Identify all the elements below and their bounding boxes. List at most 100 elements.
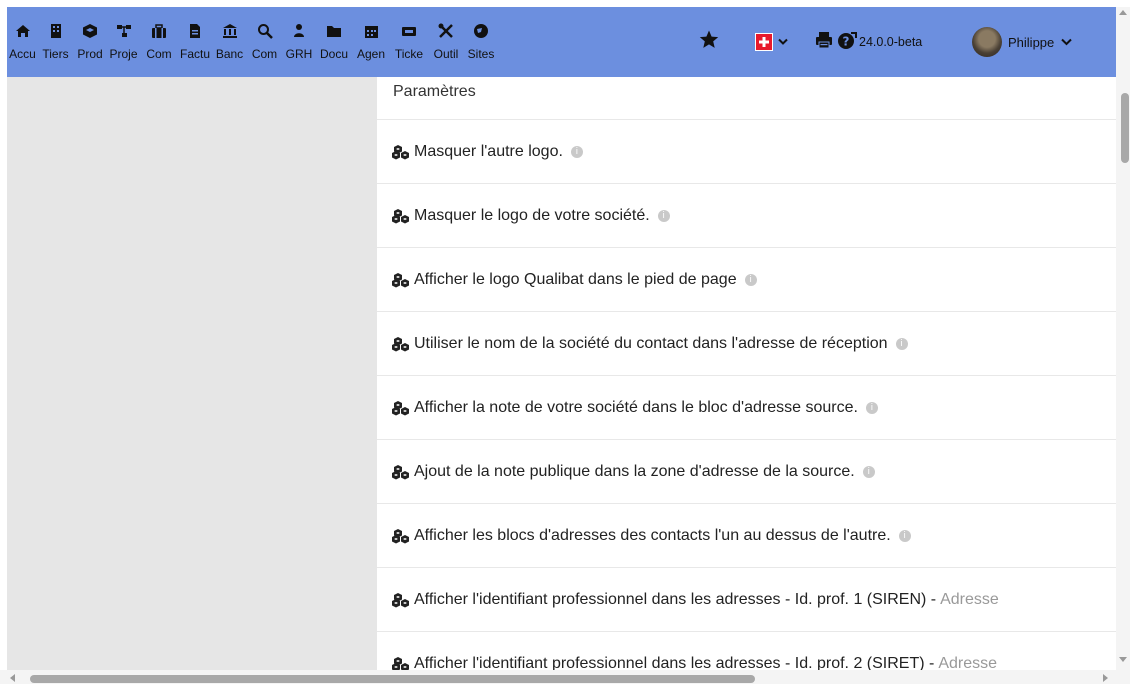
scroll-right-arrow[interactable] [1103, 674, 1108, 682]
menu-item-hr[interactable]: GRH [282, 7, 316, 77]
bank-icon [212, 23, 247, 39]
menu-item-thirdparties[interactable]: Tiers [38, 7, 73, 77]
star-icon [699, 30, 719, 54]
cubes-icon [392, 400, 412, 416]
setting-label: Utiliser le nom de la société du contact… [414, 334, 888, 352]
cube-icon [73, 23, 107, 39]
menu-item-label: Prod [77, 47, 103, 61]
cubes-icon [392, 464, 412, 480]
menu-item-accounting[interactable]: Com [247, 7, 282, 77]
chevron-down-icon [1061, 33, 1072, 51]
info-icon[interactable]: i [862, 465, 875, 478]
cubes-icon [392, 528, 412, 544]
home-icon [7, 23, 38, 39]
menu-item-sites[interactable]: Sites [464, 7, 498, 77]
sitemap-icon [107, 23, 140, 39]
menu-item-bank[interactable]: Banc [212, 7, 247, 77]
globe-icon [464, 23, 498, 39]
setting-label: Afficher la note de votre société dans l… [414, 398, 858, 416]
menu-item-agenda[interactable]: Agen [352, 7, 390, 77]
info-icon[interactable]: i [895, 337, 908, 350]
menu-item-label: Factu [179, 47, 210, 61]
setting-label-extra: Adresse [940, 590, 999, 608]
scroll-up-arrow[interactable] [1119, 10, 1127, 15]
setting-row: Masquer l'autre logo. i [377, 119, 1116, 183]
menu-item-label: Sites [467, 47, 495, 61]
menu-item-label: Banc [215, 47, 244, 61]
menu-item-label: Outil [433, 47, 459, 61]
ticket-icon [390, 23, 428, 39]
print-button[interactable] [815, 7, 833, 77]
setting-row: Masquer le logo de votre société. i [377, 183, 1116, 247]
menu-item-documents[interactable]: Docu [316, 7, 352, 77]
horizontal-scroll-thumb[interactable] [30, 675, 755, 683]
setting-row: Afficher les blocs d'adresses des contac… [377, 503, 1116, 567]
language-dropdown[interactable] [755, 7, 788, 77]
user-menu[interactable]: Philippe [972, 7, 1072, 77]
setting-row: Utiliser le nom de la société du contact… [377, 311, 1116, 375]
setting-row: Afficher l'identifiant professionnel dan… [377, 631, 1116, 670]
cubes-icon [392, 656, 412, 670]
cubes-icon [392, 592, 412, 608]
setting-row: Ajout de la note publique dans la zone d… [377, 439, 1116, 503]
cubes-icon [392, 144, 412, 160]
setting-row: Afficher l'identifiant professionnel dan… [377, 567, 1116, 631]
setting-label: Afficher l'identifiant professionnel dan… [414, 590, 937, 608]
setting-label: Afficher l'identifiant professionnel dan… [414, 654, 935, 671]
info-icon[interactable]: i [657, 209, 670, 222]
cubes-icon [392, 208, 412, 224]
menu-item-products[interactable]: Prod [73, 7, 107, 77]
svg-text:?: ? [843, 34, 850, 48]
setting-row: Afficher le logo Qualibat dans le pied d… [377, 247, 1116, 311]
info-icon[interactable]: i [570, 145, 583, 158]
menu-item-label: Docu [319, 47, 348, 61]
scroll-down-arrow[interactable] [1119, 657, 1127, 662]
menu-item-tickets[interactable]: Ticke [390, 7, 428, 77]
bookmarks-button[interactable] [699, 7, 719, 77]
avatar [972, 27, 1002, 57]
menu-item-label: Com [251, 47, 278, 61]
menu-item-home[interactable]: Accu [7, 7, 38, 77]
building-icon [38, 23, 73, 39]
menu-item-label: Tiers [42, 47, 69, 61]
info-icon[interactable]: i [744, 273, 757, 286]
cubes-icon [392, 336, 412, 352]
menu-item-label: Agen [356, 47, 386, 61]
users-icon [282, 23, 316, 39]
menu-item-label: GRH [285, 47, 313, 61]
printer-icon [815, 31, 833, 54]
calendar-icon [352, 23, 390, 39]
help-button[interactable]: ? [837, 7, 857, 77]
invoice-icon [178, 23, 212, 39]
folder-icon [316, 23, 352, 39]
menu-item-projects[interactable]: Proje [107, 7, 140, 77]
cubes-icon [392, 272, 412, 288]
version-label: 24.0.0-beta [859, 35, 923, 49]
info-icon[interactable]: i [898, 529, 911, 542]
setting-label-extra: Adresse [938, 654, 998, 671]
suitcase-icon [140, 23, 178, 39]
settings-content: Paramètres Masquer l'autre logo. i Masquer… [377, 77, 1116, 670]
swiss-flag-icon [755, 33, 773, 51]
menu-item-label: Proje [109, 47, 138, 61]
setting-label: Masquer l'autre logo. [414, 142, 563, 160]
info-icon[interactable]: i [865, 401, 878, 414]
scroll-left-arrow[interactable] [10, 674, 15, 682]
menu-item-label: Accu [9, 47, 36, 61]
menu-item-label: Ticke [394, 47, 424, 61]
setting-label: Afficher le logo Qualibat dans le pied d… [414, 270, 737, 288]
section-title: Paramètres [393, 83, 476, 100]
menu-item-tools[interactable]: Outil [428, 7, 464, 77]
menu-item-billing[interactable]: Factu [178, 7, 212, 77]
setting-label: Ajout de la note publique dans la zone d… [414, 462, 855, 480]
tools-icon [428, 23, 464, 39]
search-dollar-icon [247, 23, 282, 39]
chevron-down-icon [778, 33, 788, 51]
vertical-scroll-thumb[interactable] [1121, 93, 1129, 163]
menu-item-commercial[interactable]: Com [140, 7, 178, 77]
setting-row: Afficher la note de votre société dans l… [377, 375, 1116, 439]
user-name: Philippe [1008, 34, 1055, 50]
left-side-panel [7, 77, 377, 670]
setting-label: Masquer le logo de votre société. [414, 206, 650, 224]
top-menu-bar: Accu Tiers Prod Proje Com Factu Banc Com… [7, 7, 1116, 84]
